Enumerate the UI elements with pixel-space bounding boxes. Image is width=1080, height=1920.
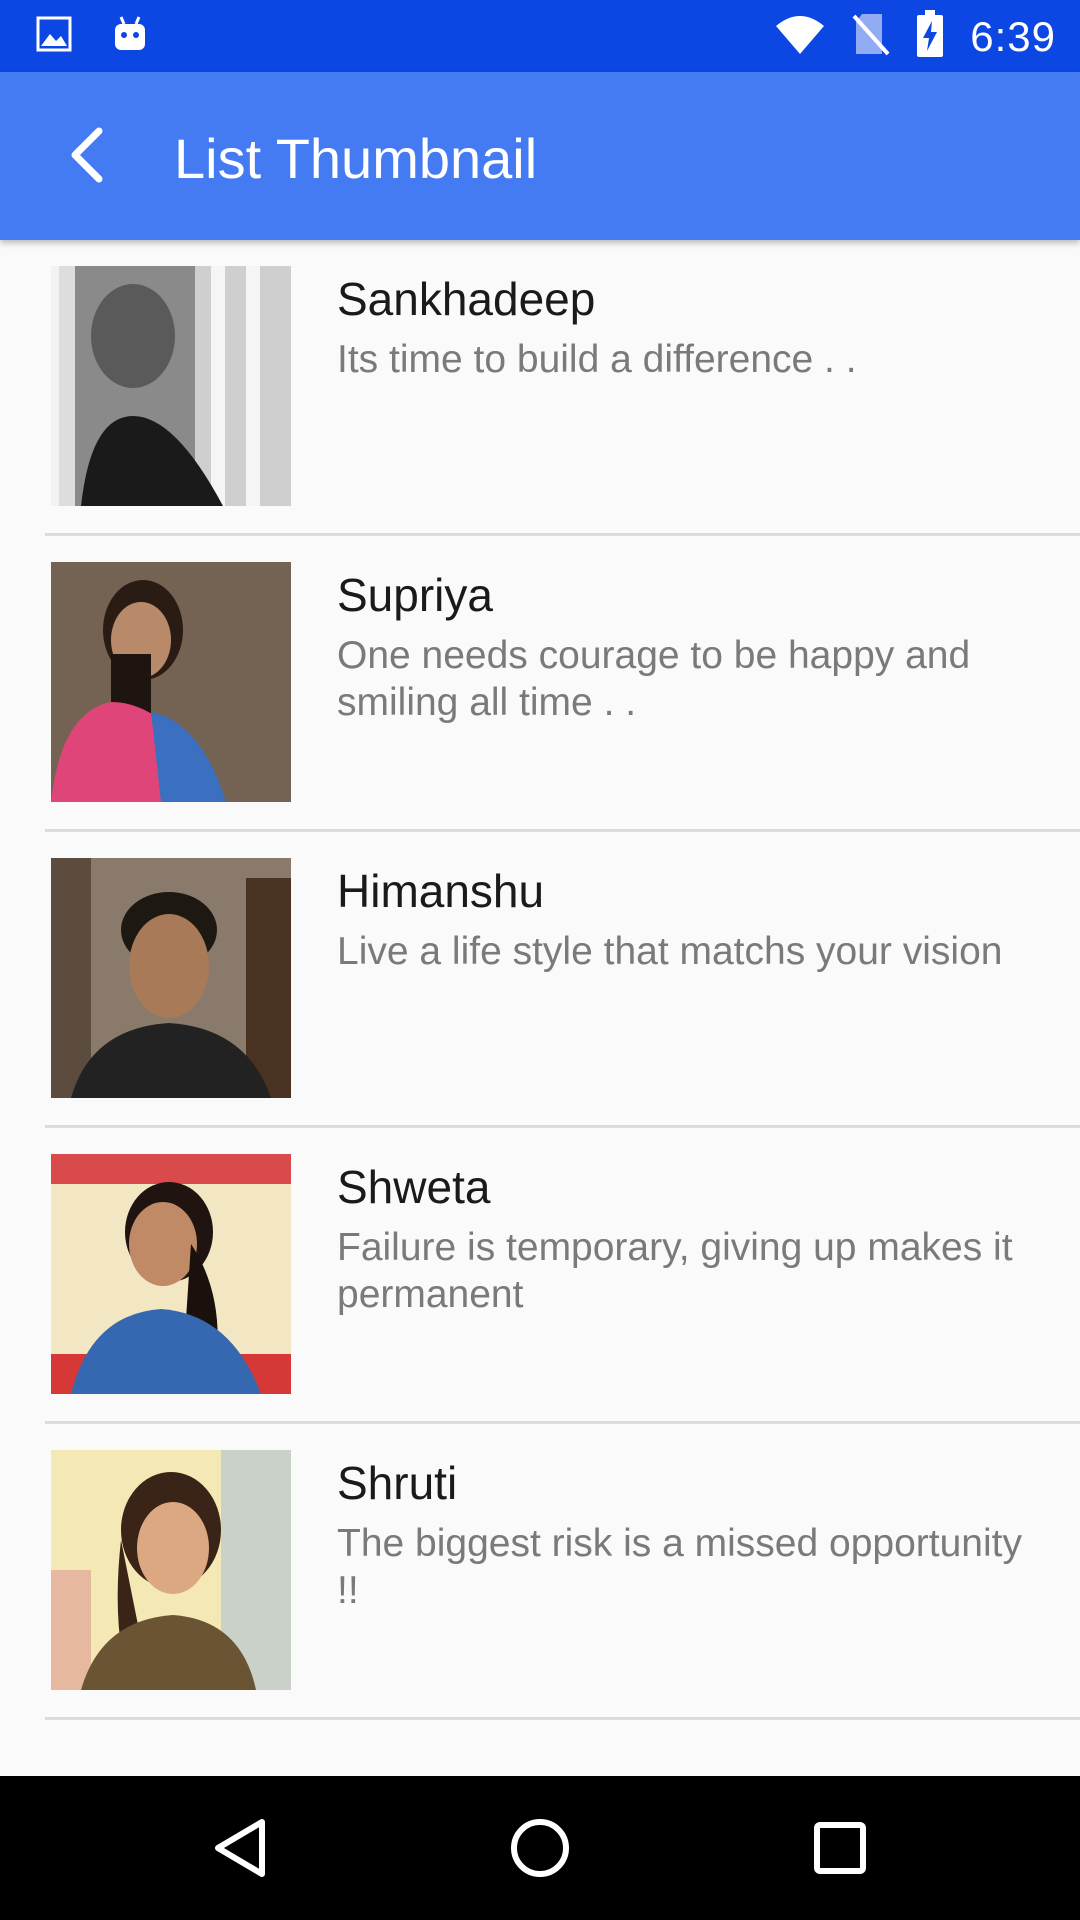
home-circle-icon (508, 1816, 572, 1885)
no-sim-icon (852, 12, 890, 61)
item-name: Supriya (337, 569, 493, 621)
recents-square-icon (812, 1820, 868, 1881)
status-bar: 6:39 (0, 0, 1080, 72)
battery-charging-icon (916, 10, 944, 63)
android-icon (110, 14, 150, 59)
list-item[interactable]: Sankhadeep Its time to build a differenc… (0, 240, 1080, 536)
app-bar: List Thumbnail (0, 72, 1080, 240)
chevron-left-icon (67, 127, 107, 188)
thumbnail-list: Sankhadeep Its time to build a differenc… (0, 240, 1080, 1720)
item-name: Shweta (337, 1161, 491, 1213)
item-name: Sankhadeep (337, 273, 596, 325)
list-item[interactable]: Himanshu Live a life style that matchs y… (0, 832, 1080, 1128)
wifi-icon (774, 14, 826, 59)
image-icon (36, 16, 72, 57)
nav-back-button[interactable] (200, 1810, 280, 1890)
page-title: List Thumbnail (174, 127, 538, 190)
item-subtitle: Its time to build a difference . . (337, 338, 857, 381)
thumbnail-image (51, 1154, 291, 1394)
item-subtitle: Failure is temporary, giving up makes it… (337, 1226, 1013, 1316)
status-time: 6:39 (970, 12, 1056, 60)
thumbnail-image (51, 858, 291, 1098)
thumbnail-image (51, 1450, 291, 1690)
nav-home-button[interactable] (500, 1810, 580, 1890)
item-subtitle: One needs courage to be happy and smilin… (337, 634, 971, 724)
back-button[interactable] (52, 122, 122, 192)
thumbnail-image (51, 266, 291, 506)
divider (45, 1717, 1080, 1720)
back-triangle-icon (210, 1816, 270, 1885)
list-item[interactable]: Shweta Failure is temporary, giving up m… (0, 1128, 1080, 1424)
list-item[interactable]: Supriya One needs courage to be happy an… (0, 536, 1080, 832)
item-subtitle: The biggest risk is a missed opportunity… (337, 1522, 1022, 1612)
list-item[interactable]: Shruti The biggest risk is a missed oppo… (0, 1424, 1080, 1720)
thumbnail-image (51, 562, 291, 802)
item-subtitle: Live a life style that matchs your visio… (337, 930, 1003, 973)
item-name: Himanshu (337, 865, 545, 917)
nav-recents-button[interactable] (800, 1810, 880, 1890)
navigation-bar (0, 1776, 1080, 1920)
item-name: Shruti (337, 1457, 458, 1509)
